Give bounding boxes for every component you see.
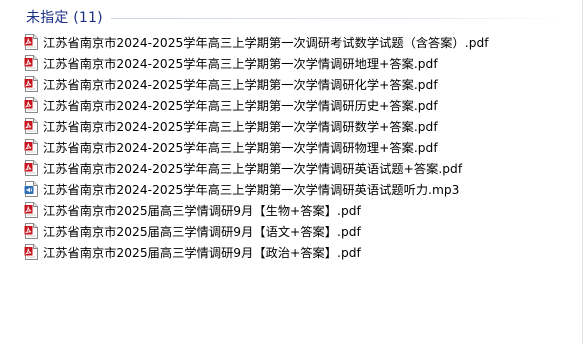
file-item[interactable]: 江苏省南京市2024-2025学年高三上学期第一次学情调研物理+答案.pdf [24,136,564,157]
file-item[interactable]: 江苏省南京市2025届高三学情调研9月【生物+答案】.pdf [24,199,564,220]
file-name: 江苏省南京市2024-2025学年高三上学期第一次学情调研历史+答案.pdf [43,98,438,113]
file-item[interactable]: 江苏省南京市2024-2025学年高三上学期第一次学情调研化学+答案.pdf [24,73,564,94]
file-item[interactable]: 江苏省南京市2024-2025学年高三上学期第一次学情调研地理+答案.pdf [24,52,564,73]
file-name: 江苏省南京市2024-2025学年高三上学期第一次调研考试数学试题（含答案）.p… [43,35,489,50]
file-name: 江苏省南京市2025届高三学情调研9月【政治+答案】.pdf [43,245,361,260]
file-item[interactable]: 江苏省南京市2024-2025学年高三上学期第一次学情调研英语试题+答案.pdf [24,157,564,178]
pdf-icon [24,33,38,50]
file-name: 江苏省南京市2024-2025学年高三上学期第一次学情调研化学+答案.pdf [43,77,438,92]
pdf-icon [24,54,38,71]
pdf-icon [24,201,38,218]
file-item[interactable]: 江苏省南京市2024-2025学年高三上学期第一次调研考试数学试题（含答案）.p… [24,31,564,52]
pdf-icon [24,117,38,134]
file-item[interactable]: 江苏省南京市2025届高三学情调研9月【政治+答案】.pdf [24,241,564,262]
file-name: 江苏省南京市2025届高三学情调研9月【语文+答案】.pdf [43,224,361,239]
file-list-pane: 未指定 (11) 江苏省南京市2024-2025学年高三上学期第一次调研考试数学… [0,0,583,344]
pdf-icon [24,222,38,239]
pdf-icon [24,96,38,113]
file-item[interactable]: 江苏省南京市2024-2025学年高三上学期第一次学情调研数学+答案.pdf [24,115,564,136]
audio-file-icon [24,180,38,197]
file-list: 江苏省南京市2024-2025学年高三上学期第一次调研考试数学试题（含答案）.p… [24,31,564,262]
file-item[interactable]: 江苏省南京市2024-2025学年高三上学期第一次学情调研历史+答案.pdf [24,94,564,115]
file-item[interactable]: 江苏省南京市2024-2025学年高三上学期第一次学情调研英语试题听力.mp3 [24,178,564,199]
pdf-icon [24,159,38,176]
file-name: 江苏省南京市2024-2025学年高三上学期第一次学情调研数学+答案.pdf [43,119,438,134]
group-header[interactable]: 未指定 (11) [26,6,566,28]
group-divider [110,17,566,19]
file-item[interactable]: 江苏省南京市2025届高三学情调研9月【语文+答案】.pdf [24,220,564,241]
group-title: 未指定 (11) [26,10,103,26]
file-name: 江苏省南京市2024-2025学年高三上学期第一次学情调研物理+答案.pdf [43,140,438,155]
file-name: 江苏省南京市2025届高三学情调研9月【生物+答案】.pdf [43,203,361,218]
file-name: 江苏省南京市2024-2025学年高三上学期第一次学情调研英语试题听力.mp3 [43,182,460,197]
pdf-icon [24,75,38,92]
file-name: 江苏省南京市2024-2025学年高三上学期第一次学情调研英语试题+答案.pdf [43,161,463,176]
file-name: 江苏省南京市2024-2025学年高三上学期第一次学情调研地理+答案.pdf [43,56,438,71]
pdf-icon [24,243,38,260]
pdf-icon [24,138,38,155]
